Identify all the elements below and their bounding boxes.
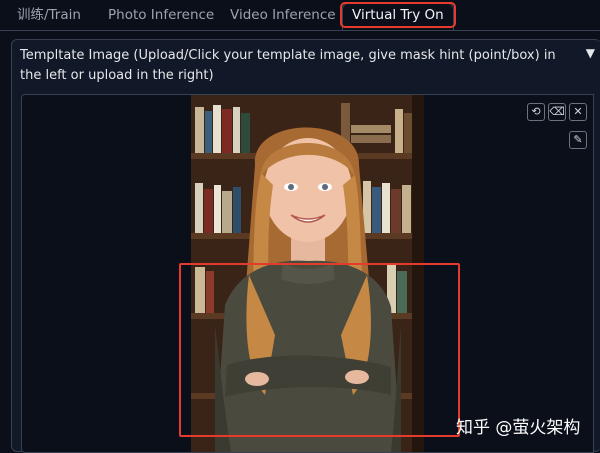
watermark: 知乎 @萤火架构	[456, 418, 581, 438]
mask-box-hint[interactable]	[179, 263, 460, 437]
tab-virtual-try-on[interactable]: Virtual Try On	[340, 2, 456, 30]
panel-title: Templtate Image (Upload/Click your templ…	[20, 48, 556, 83]
tab-highlight-box	[340, 2, 456, 28]
tab-bar: 训练/Train Photo Inference Video Inference…	[0, 0, 600, 31]
tab-photo-inference[interactable]: Photo Inference	[108, 4, 214, 30]
collapse-icon[interactable]: ▼	[586, 46, 595, 60]
erase-icon[interactable]: ⌫	[548, 103, 566, 121]
brush-icon[interactable]: ✎	[569, 131, 587, 149]
image-canvas[interactable]: ⟲ ⌫ ✕ ✎	[21, 94, 594, 453]
tab-video-inference[interactable]: Video Inference	[230, 4, 336, 30]
close-icon[interactable]: ✕	[569, 103, 587, 121]
undo-icon[interactable]: ⟲	[527, 103, 545, 121]
tab-train[interactable]: 训练/Train	[17, 4, 81, 30]
template-image-panel: Templtate Image (Upload/Click your templ…	[11, 39, 600, 453]
